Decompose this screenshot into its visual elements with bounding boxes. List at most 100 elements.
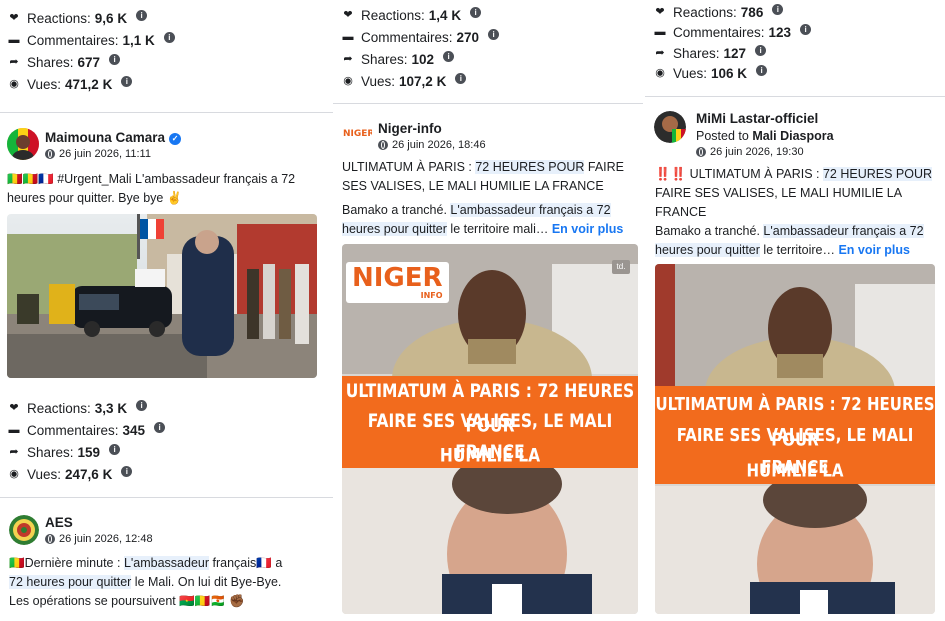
divider [645,96,945,97]
stats-block: ❤︎ Reactions: 1,4 Ki ▬ Commentaires: 270 i ➦ S… [341,4,643,92]
avatar[interactable] [9,515,39,545]
post-meta: 26 juin 2026, 11:11 [45,148,151,160]
comment-icon: ▬ [342,30,354,43]
eye-icon: ◉ [9,467,19,480]
author-name[interactable]: MiMi Lastar-officiel [696,111,818,126]
share-icon: ➦ [9,445,19,458]
post-column-2: ❤︎ Reactions: 1,4 Ki ▬ Commentaires: 270 i ➦ S… [333,0,643,621]
post-body: Bamako a tranché. L'ambassadeur français… [655,224,924,257]
info-icon[interactable]: i [154,421,166,433]
stat-shares: ➦ Shares: 159 i [7,441,333,463]
stat-comments: ▬ Commentaires: 270 i [341,26,643,48]
stats-block-top: ❤︎ Reactions: 9,6 Ki ▬ Commentaires: 1,1 Ki … [7,7,333,95]
svg-text:NIGER: NIGER [343,129,372,139]
info-icon[interactable]: i [488,28,500,40]
reaction-icon: ❤︎ [9,401,19,414]
info-icon[interactable]: i [163,31,175,43]
share-icon: ➦ [343,52,353,65]
see-more-link[interactable]: En voir plus [552,222,624,236]
stat-shares: ➦ Shares: 127 i [653,43,945,64]
comment-icon: ▬ [8,423,20,436]
comment-icon: ▬ [8,33,20,46]
stat-reactions: ❤︎ Reactions: 9,6 Ki [7,7,333,29]
post-image[interactable]: ULTIMATUM À PARIS : 72 HEURES POUR FAIRE… [655,264,935,614]
info-icon[interactable]: i [121,75,133,87]
post-headline: ULTIMATUM À PARIS : 72 HEURES POUR FAIRE… [342,160,624,193]
avatar[interactable] [654,111,686,143]
stat-reactions: ❤︎ Reactions: 786 i [653,2,945,23]
globe-icon [378,140,388,150]
info-icon[interactable]: i [455,72,467,84]
reaction-icon: ❤︎ [655,5,665,18]
post-text: 🇲🇱Dernière minute : L'ambassadeur frança… [9,556,283,608]
post-column-1: ❤︎ Reactions: 9,6 Ki ▬ Commentaires: 1,1 Ki … [0,0,333,621]
author-name[interactable]: AES [45,515,73,530]
stat-reactions: ❤︎ Reactions: 3,3 Ki [7,397,333,419]
info-icon[interactable]: i [756,65,768,77]
info-icon[interactable]: i [109,443,121,455]
post-body: Bamako a tranché. L'ambassadeur français… [342,203,624,236]
post-column-3: ❤︎ Reactions: 786 i ▬ Commentaires: 123 i ➦ Sha… [645,0,945,621]
eye-icon: ◉ [655,67,665,80]
stat-shares: ➦ Shares: 102 i [341,48,643,70]
info-icon[interactable]: i [136,9,148,21]
verified-badge-icon: ✓ [169,133,182,145]
stats-block-bottom: ❤︎ Reactions: 3,3 Ki ▬ Commentaires: 345 i ➦ S… [7,397,333,485]
divider [0,497,333,498]
flag-emojis: 🇲🇱🇲🇱🇫🇷 [7,172,54,186]
stat-comments: ▬ Commentaires: 345 i [7,419,333,441]
eye-icon: ◉ [343,74,353,87]
reaction-icon: ❤︎ [343,8,353,21]
reaction-icon: ❤︎ [9,11,19,24]
image-banner: ULTIMATUM À PARIS : 72 HEURES POUR FAIRE… [342,376,638,468]
stat-views: ◉ Vues: 107,2 Ki [341,70,643,92]
stat-comments: ▬ Commentaires: 1,1 Ki [7,29,333,51]
page-logo[interactable]: NIGER [342,121,372,143]
image-banner: ULTIMATUM À PARIS : 72 HEURES POUR FAIRE… [655,386,935,484]
post-date[interactable]: 26 juin 2026, 19:30 [710,146,804,158]
post-date[interactable]: 26 juin 2026, 11:11 [59,148,151,160]
post-photo[interactable] [7,214,317,378]
post-date[interactable]: 26 juin 2026, 12:48 [59,533,153,545]
flag-emoji: 🇫🇷 [256,556,272,570]
post-meta: 26 juin 2026, 18:46 [378,139,486,151]
see-more-link[interactable]: En voir plus [838,243,910,257]
info-icon[interactable]: i [136,399,148,411]
posted-to: Posted to Mali Diaspora [696,129,834,143]
stat-views: ◉ Vues: 106 Ki [653,64,945,85]
post-date[interactable]: 26 juin 2026, 18:46 [392,139,486,151]
info-icon[interactable]: i [109,53,121,65]
avatar[interactable] [7,128,39,160]
share-icon: ➦ [655,46,665,59]
info-icon[interactable]: i [755,44,767,56]
post-text: 🇲🇱🇲🇱🇫🇷 #Urgent_Mali L'ambassadeur frança… [7,172,296,205]
post-meta: 26 juin 2026, 19:30 [696,146,804,158]
stat-reactions: ❤︎ Reactions: 1,4 Ki [341,4,643,26]
info-icon[interactable]: i [470,6,482,18]
group-link[interactable]: Mali Diaspora [752,129,833,143]
watermark-badge: td. [612,260,630,274]
post-image[interactable]: NIGER INFO td. ULTIMATUM À PARIS : 72 HE… [342,244,638,614]
post-meta: 26 juin 2026, 12:48 [45,533,153,545]
info-icon[interactable]: i [800,24,812,36]
divider [0,112,333,113]
info-icon[interactable]: i [121,465,133,477]
post-headline: ‼️‼️ ULTIMATUM À PARIS : 72 HEURES POUR … [655,167,933,219]
comment-icon: ▬ [654,26,666,39]
globe-icon [45,534,55,544]
author-name[interactable]: Maimouna Camara ✓ [45,130,182,145]
info-icon[interactable]: i [443,50,455,62]
stat-views: ◉ Vues: 471,2 Ki [7,73,333,95]
globe-icon [696,147,706,157]
niger-info-logo: NIGER INFO [346,262,449,303]
info-icon[interactable]: i [772,3,784,15]
flag-emoji: 🇲🇱 [9,556,25,570]
stat-views: ◉ Vues: 247,6 Ki [7,463,333,485]
stats-block: ❤︎ Reactions: 786 i ▬ Commentaires: 123 i ➦ Sha… [653,2,945,84]
share-icon: ➦ [9,55,19,68]
eye-icon: ◉ [9,77,19,90]
author-name[interactable]: Niger-info [378,121,442,136]
stat-comments: ▬ Commentaires: 123 i [653,23,945,44]
divider [333,103,643,104]
globe-icon [45,149,55,159]
